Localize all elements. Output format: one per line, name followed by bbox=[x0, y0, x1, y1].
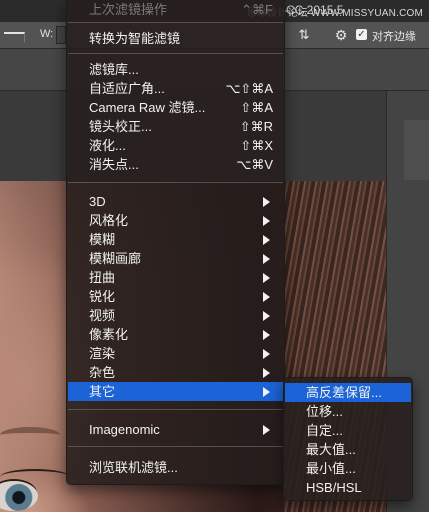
menu-item-lens-correction[interactable]: 镜头校正... ⇧⌘R bbox=[68, 117, 283, 136]
submenu-arrow-icon bbox=[263, 292, 270, 302]
menu-separator bbox=[68, 22, 283, 23]
menu-separator bbox=[68, 182, 283, 183]
menu-item-filter-gallery[interactable]: 滤镜库... bbox=[68, 60, 283, 79]
menu-item-adaptive-wide-angle[interactable]: 自适应广角... ⌥⇧⌘A bbox=[68, 79, 283, 98]
menu-item-3d[interactable]: 3D bbox=[68, 192, 283, 211]
align-edges-label: 对齐边缘 bbox=[372, 31, 416, 43]
width-label: W: bbox=[40, 28, 54, 40]
menu-item-video[interactable]: 视频 bbox=[68, 306, 283, 325]
menu-separator bbox=[68, 53, 283, 54]
panel-strip bbox=[404, 120, 429, 180]
menu-item-sharpen[interactable]: 锐化 bbox=[68, 287, 283, 306]
submenu-arrow-icon bbox=[263, 311, 270, 321]
submenu-arrow-icon bbox=[263, 330, 270, 340]
submenu-arrow-icon bbox=[263, 273, 270, 283]
other-submenu: 高反差保留... 位移... 自定... 最大值... 最小值... HSB/H… bbox=[283, 377, 413, 501]
menu-item-other[interactable]: 其它 bbox=[68, 382, 283, 401]
gear-icon[interactable]: ⚙ bbox=[330, 25, 352, 45]
align-layers-icon[interactable]: ⇅ bbox=[292, 25, 316, 45]
menu-item-camera-raw[interactable]: Camera Raw 滤镜... ⇧⌘A bbox=[68, 98, 283, 117]
menu-separator bbox=[68, 446, 283, 447]
menu-item-noise[interactable]: 杂色 bbox=[68, 363, 283, 382]
eye bbox=[0, 481, 38, 511]
menu-item-vanishing-point[interactable]: 消失点... ⌥⌘V bbox=[68, 155, 283, 174]
menu-separator bbox=[68, 409, 283, 410]
submenu-arrow-icon bbox=[263, 387, 270, 397]
submenu-arrow-icon bbox=[263, 425, 270, 435]
width-field[interactable] bbox=[56, 26, 66, 44]
menu-item-last-filter: 上次滤镜操作 ⌃⌘F bbox=[89, 2, 273, 17]
submenu-item-custom[interactable]: 自定... bbox=[285, 421, 411, 440]
stroke-preview-icon[interactable] bbox=[4, 32, 25, 42]
menu-item-render[interactable]: 渲染 bbox=[68, 344, 283, 363]
eyebrow bbox=[0, 427, 60, 443]
menu-item-blur-gallery[interactable]: 模糊画廊 bbox=[68, 249, 283, 268]
submenu-arrow-icon bbox=[263, 368, 270, 378]
menu-item-liquify[interactable]: 液化... ⇧⌘X bbox=[68, 136, 283, 155]
submenu-item-minimum[interactable]: 最小值... bbox=[285, 459, 411, 478]
menu-item-blur[interactable]: 模糊 bbox=[68, 230, 283, 249]
menu-item-distort[interactable]: 扭曲 bbox=[68, 268, 283, 287]
submenu-item-high-pass[interactable]: 高反差保留... bbox=[285, 383, 411, 402]
submenu-arrow-icon bbox=[263, 216, 270, 226]
menu-item-convert-smart-filter[interactable]: 转换为智能滤镜 bbox=[68, 29, 283, 48]
submenu-item-offset[interactable]: 位移... bbox=[285, 402, 411, 421]
submenu-item-maximum[interactable]: 最大值... bbox=[285, 440, 411, 459]
submenu-arrow-icon bbox=[263, 349, 270, 359]
menu-item-pixelate[interactable]: 像素化 bbox=[68, 325, 283, 344]
menu-item-browse-online-filters[interactable]: 浏览联机滤镜... bbox=[68, 458, 283, 477]
submenu-arrow-icon bbox=[263, 197, 270, 207]
filter-menu: 上次滤镜操作 ⌃⌘F 转换为智能滤镜 滤镜库... 自适应广角... ⌥⇧⌘A … bbox=[66, 0, 285, 485]
submenu-item-hsb-hsl[interactable]: HSB/HSL bbox=[285, 478, 411, 497]
align-edges-checkbox[interactable]: ✓ bbox=[356, 29, 367, 40]
submenu-arrow-icon bbox=[263, 254, 270, 264]
submenu-arrow-icon bbox=[263, 235, 270, 245]
eyelash bbox=[0, 469, 70, 485]
menu-item-stylize[interactable]: 风格化 bbox=[68, 211, 283, 230]
menu-item-imagenomic[interactable]: Imagenomic bbox=[68, 420, 283, 439]
